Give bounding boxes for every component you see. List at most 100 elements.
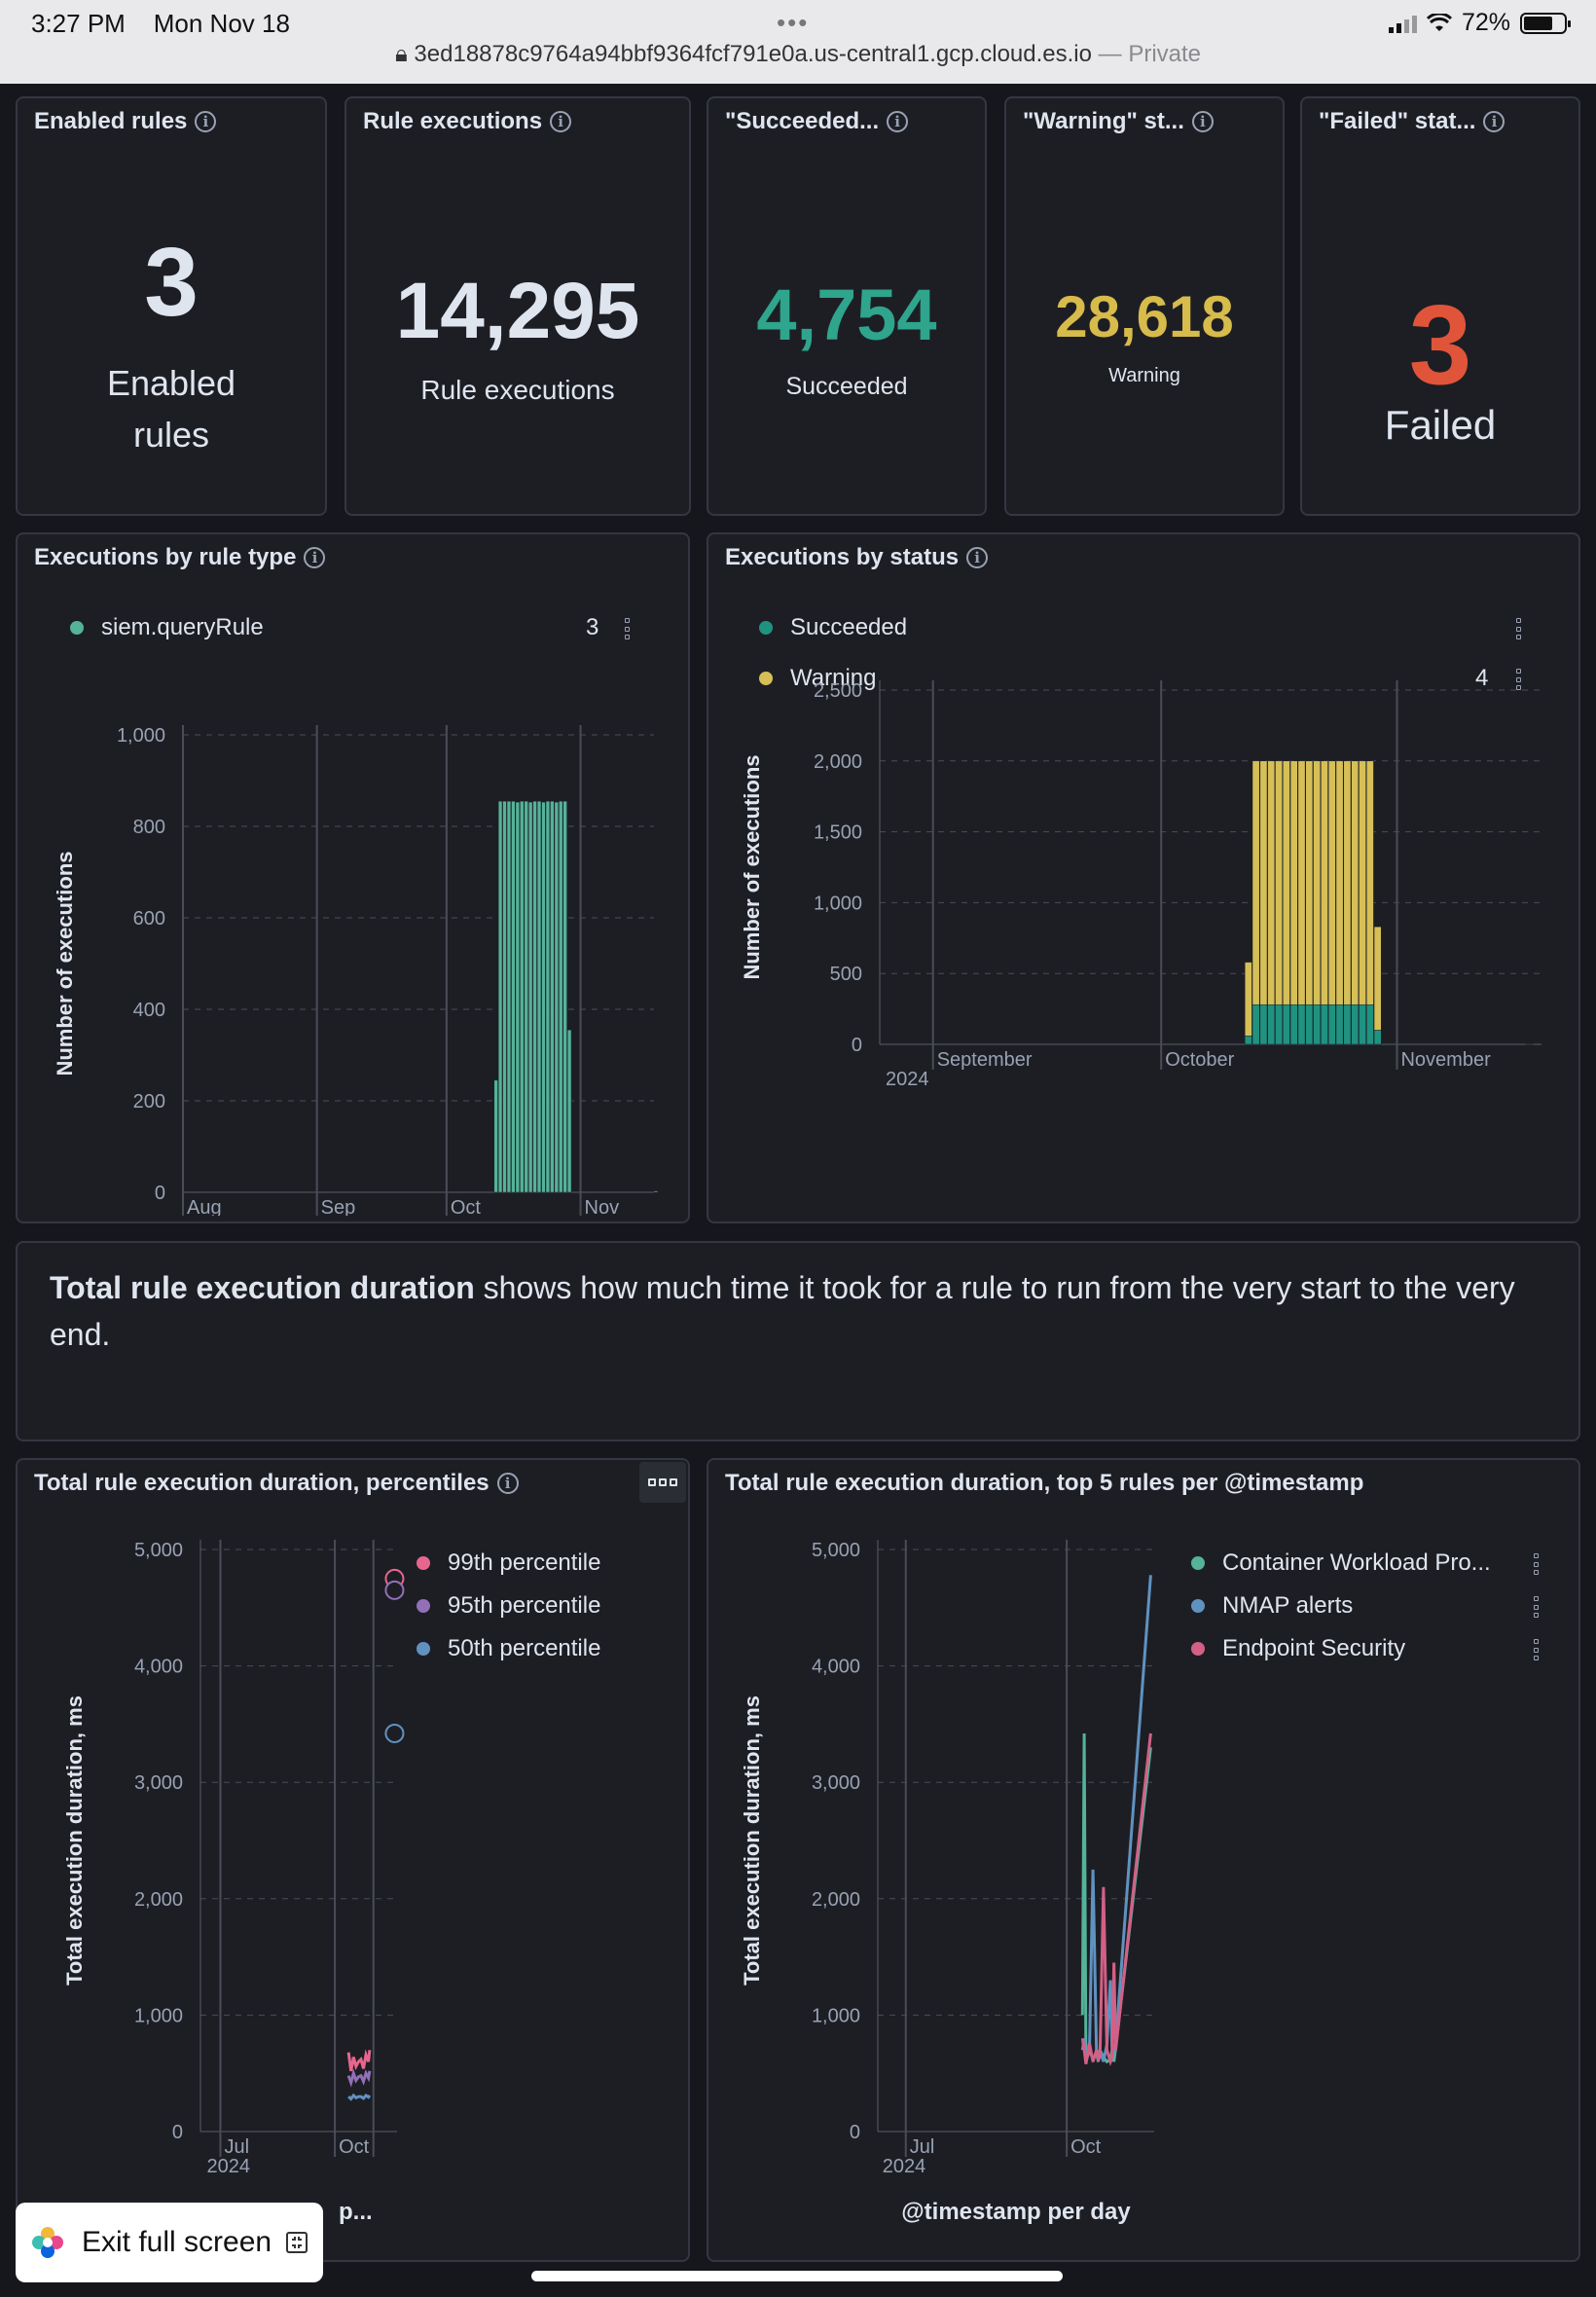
bar xyxy=(493,1079,498,1193)
y-axis-title: Total execution duration, ms xyxy=(740,1695,764,1986)
bar-segment-succeeded xyxy=(1297,1003,1306,1045)
info-icon[interactable]: i xyxy=(496,1473,519,1494)
y-tick-label: 3,000 xyxy=(134,1772,183,1794)
bar-segment-warning xyxy=(1313,760,1321,1005)
metric-value: 4,754 xyxy=(756,274,937,355)
y-tick-label: 0 xyxy=(852,1035,862,1056)
metric-label-line1: Enabled xyxy=(106,363,236,403)
multitasking-dots-icon[interactable]: ••• xyxy=(777,8,809,38)
x-tick-year: 2024 xyxy=(206,2156,249,2177)
y-tick-label: 2,500 xyxy=(814,680,862,702)
bar-segment-succeeded xyxy=(1305,1003,1314,1045)
metric-label: Rule executions xyxy=(420,375,615,405)
x-tick-year: 2024 xyxy=(886,1069,929,1090)
legend-item-succeeded[interactable]: Succeeded xyxy=(759,614,907,641)
bar-segment-succeeded xyxy=(1327,1003,1336,1045)
bar-segment-succeeded xyxy=(1313,1003,1321,1045)
info-icon[interactable]: i xyxy=(1483,111,1505,132)
url-text: 3ed18878c9764a94bbf9364fcf791e0a.us-cent… xyxy=(414,41,1092,67)
panel-title: "Warning" st... i xyxy=(1023,108,1214,135)
bar-segment-warning xyxy=(1244,962,1252,1037)
bar-segment-warning xyxy=(1351,760,1360,1005)
info-icon[interactable]: i xyxy=(966,547,989,568)
x-tick-label: Oct xyxy=(1070,2136,1102,2158)
y-tick-label: 600 xyxy=(133,908,165,930)
browser-chrome: 3:27 PM Mon Nov 18 ••• 72% 🔒︎ 3ed18878c9… xyxy=(0,0,1596,84)
info-icon[interactable]: i xyxy=(887,111,909,132)
y-tick-label: 4,000 xyxy=(134,1657,183,1678)
x-axis-title: @timestamp per day xyxy=(901,2199,1131,2225)
y-tick-label: 2,000 xyxy=(134,1889,183,1911)
metric-value: 28,618 xyxy=(1055,284,1234,349)
clock-date: Mon Nov 18 xyxy=(153,9,290,38)
y-tick-label: 2,000 xyxy=(812,1889,860,1911)
line-chart: 5,000 4,000 3,000 2,000 1,000 0 Jul Oct 2024 Tota… xyxy=(62,1540,405,2225)
bar-segment-warning xyxy=(1259,760,1268,1005)
bar-segment-succeeded xyxy=(1351,1003,1360,1045)
bar-segment-succeeded xyxy=(1275,1003,1283,1045)
bar-segment-warning xyxy=(1283,760,1290,1005)
y-tick-label: 1,000 xyxy=(134,2005,183,2026)
panel-title: Total rule execution duration, top 5 rul… xyxy=(725,1470,1364,1496)
status-time: 3:27 PM Mon Nov 18 xyxy=(31,9,290,39)
exit-fullscreen-label: Exit full screen xyxy=(82,2226,272,2258)
metric-label: Succeeded xyxy=(785,373,908,400)
exit-fullscreen-button[interactable]: Exit full screen xyxy=(16,2203,323,2282)
bar-segment-warning xyxy=(1526,1043,1534,1045)
bar-segment-warning xyxy=(1343,760,1352,1005)
series-line-95th-percentile xyxy=(346,2068,372,2088)
bar xyxy=(554,801,559,1193)
chart-panel-executions-by-status: Executions by status i Succeeded Warning … xyxy=(707,532,1580,1223)
info-icon[interactable]: i xyxy=(550,111,572,132)
bar xyxy=(502,800,507,1193)
info-icon[interactable]: i xyxy=(1191,111,1214,132)
series-point-50th-percentile xyxy=(384,1723,405,1743)
y-tick-label: 5,000 xyxy=(134,1540,183,1561)
x-tick-label: October xyxy=(1165,1049,1234,1071)
metric-value: 3 xyxy=(144,228,199,337)
x-axis-title-partial: p... xyxy=(339,2199,373,2225)
address-bar[interactable]: 🔒︎ 3ed18878c9764a94bbf9364fcf791e0a.us-c… xyxy=(0,41,1596,68)
chart-panel-duration-top5: Total rule execution duration, top 5 rul… xyxy=(707,1458,1580,2262)
bar-segment-warning xyxy=(1373,926,1382,1031)
series-line-99th-percentile xyxy=(346,2049,372,2072)
bar xyxy=(515,801,520,1193)
bar-segment-warning xyxy=(1321,760,1328,1005)
y-tick-label: 2,000 xyxy=(814,751,862,773)
x-tick-label: Sep xyxy=(321,1197,356,1216)
bar-segment-succeeded xyxy=(1251,1003,1260,1045)
bar-segment-succeeded xyxy=(1289,1003,1298,1045)
panel-options-button[interactable] xyxy=(639,1462,686,1503)
lock-icon: 🔒︎ xyxy=(394,41,408,67)
y-tick-label: 0 xyxy=(155,1183,165,1204)
bar-segment-succeeded xyxy=(1267,1003,1276,1045)
y-tick-label: 0 xyxy=(172,2122,183,2143)
metric-label: Failed xyxy=(1384,402,1497,448)
y-tick-label: 1,000 xyxy=(814,893,862,914)
legend-swatch xyxy=(759,621,773,635)
bar xyxy=(527,801,533,1193)
x-tick-label: Oct xyxy=(451,1197,482,1216)
bar-segment-succeeded xyxy=(1244,1036,1252,1045)
info-icon[interactable]: i xyxy=(304,547,326,568)
x-tick-label: Nov xyxy=(585,1197,620,1216)
y-tick-label: 500 xyxy=(830,964,862,985)
info-icon[interactable]: i xyxy=(195,111,217,132)
bar-segment-warning xyxy=(1305,760,1314,1005)
bar-segment-warning xyxy=(1297,760,1306,1005)
legend-actions-icon[interactable] xyxy=(1514,618,1522,639)
panel-title: Enabled rules i xyxy=(34,108,217,135)
bar-segment-warning xyxy=(1335,760,1344,1005)
panel-title: Executions by rule type i xyxy=(34,544,326,571)
bar xyxy=(562,800,567,1193)
bar xyxy=(653,1190,659,1193)
cellular-signal-icon xyxy=(1388,14,1417,33)
bar xyxy=(566,1029,572,1193)
x-tick-label: November xyxy=(1400,1049,1491,1071)
home-indicator[interactable] xyxy=(531,2271,1063,2281)
wifi-icon xyxy=(1426,13,1452,31)
private-label: — Private xyxy=(1098,41,1202,67)
bar xyxy=(545,800,551,1193)
y-tick-label: 200 xyxy=(133,1091,165,1112)
bar xyxy=(506,800,512,1193)
